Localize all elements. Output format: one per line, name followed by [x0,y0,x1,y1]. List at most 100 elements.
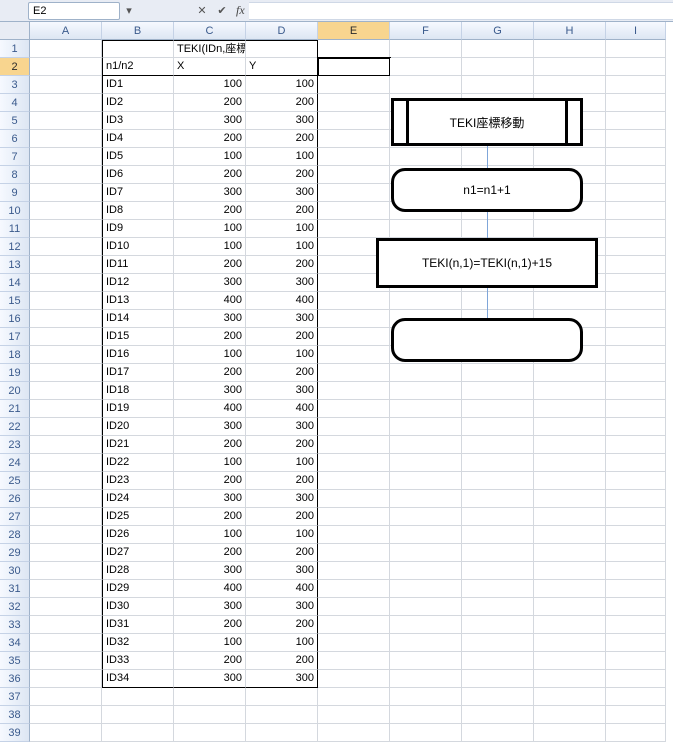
cell[interactable] [30,130,102,148]
cell[interactable]: ID20 [102,418,174,436]
cell[interactable] [606,454,666,472]
cell[interactable]: 100 [246,220,318,238]
cell[interactable]: ID17 [102,364,174,382]
cell[interactable] [102,40,174,58]
cell[interactable] [318,472,390,490]
cell[interactable] [30,346,102,364]
cell[interactable]: 300 [246,112,318,130]
cell[interactable]: ID21 [102,436,174,454]
cell[interactable]: ID31 [102,616,174,634]
cell[interactable] [318,562,390,580]
cell[interactable] [318,202,390,220]
cell[interactable] [534,634,606,652]
cell[interactable] [30,220,102,238]
cell[interactable] [606,166,666,184]
cell[interactable] [30,256,102,274]
cell[interactable] [606,526,666,544]
row-header[interactable]: 28 [0,526,30,544]
cell[interactable] [534,472,606,490]
cell[interactable]: ID24 [102,490,174,508]
cell[interactable]: 300 [246,598,318,616]
cell[interactable]: 300 [174,418,246,436]
cell[interactable] [390,634,462,652]
cell[interactable] [606,544,666,562]
cell[interactable]: ID32 [102,634,174,652]
cell[interactable] [318,328,390,346]
cell[interactable] [30,526,102,544]
cell[interactable] [534,76,606,94]
cell[interactable] [318,490,390,508]
row-header[interactable]: 16 [0,310,30,328]
row-header[interactable]: 11 [0,220,30,238]
cell[interactable]: ID23 [102,472,174,490]
cell[interactable] [534,652,606,670]
cell[interactable]: ID10 [102,238,174,256]
cell[interactable] [390,652,462,670]
cell[interactable] [318,544,390,562]
cell[interactable]: 300 [246,670,318,688]
cell[interactable] [318,634,390,652]
cell[interactable]: ID9 [102,220,174,238]
cell[interactable] [390,220,462,238]
row-header[interactable]: 31 [0,580,30,598]
cell[interactable] [534,544,606,562]
cell[interactable]: ID6 [102,166,174,184]
cell[interactable]: ID11 [102,256,174,274]
cell[interactable] [390,418,462,436]
cell[interactable] [462,580,534,598]
row-header[interactable]: 1 [0,40,30,58]
row-header[interactable]: 37 [0,688,30,706]
row-header[interactable]: 26 [0,490,30,508]
cell[interactable]: 100 [246,454,318,472]
cell[interactable] [534,436,606,454]
row-header[interactable]: 7 [0,148,30,166]
cell[interactable] [390,706,462,724]
cell[interactable] [606,688,666,706]
cell[interactable]: 200 [246,328,318,346]
cell[interactable] [30,40,102,58]
row-header[interactable]: 6 [0,130,30,148]
cell[interactable] [390,472,462,490]
row-header[interactable]: 32 [0,598,30,616]
cell[interactable] [30,94,102,112]
cell[interactable] [462,220,534,238]
cell[interactable] [318,40,390,58]
cell[interactable] [534,616,606,634]
row-header[interactable]: 8 [0,166,30,184]
cell[interactable]: 200 [246,508,318,526]
column-header[interactable]: C [174,22,246,40]
cell[interactable] [318,724,390,742]
cell[interactable] [534,706,606,724]
cell[interactable]: ID34 [102,670,174,688]
cell[interactable] [606,112,666,130]
cell[interactable]: ID22 [102,454,174,472]
cell[interactable]: 400 [246,580,318,598]
cell[interactable] [30,670,102,688]
cell[interactable]: 200 [174,94,246,112]
cell[interactable] [30,418,102,436]
cell[interactable] [30,238,102,256]
cell[interactable] [30,544,102,562]
cell[interactable] [606,148,666,166]
cell[interactable] [318,526,390,544]
cell[interactable] [606,562,666,580]
cell[interactable] [30,184,102,202]
cell[interactable] [318,598,390,616]
cell[interactable] [534,148,606,166]
cell[interactable] [30,616,102,634]
cell[interactable]: ID8 [102,202,174,220]
formula-input[interactable] [249,2,673,20]
cell[interactable] [102,706,174,724]
cell[interactable]: ID19 [102,400,174,418]
column-header[interactable]: E [318,22,390,40]
cell[interactable]: 300 [174,310,246,328]
cell[interactable] [30,562,102,580]
cell[interactable]: ID25 [102,508,174,526]
cell[interactable] [606,634,666,652]
cell[interactable]: 300 [174,184,246,202]
cell[interactable] [390,58,462,76]
cell[interactable] [606,274,666,292]
cell[interactable] [390,580,462,598]
cell[interactable]: 200 [174,130,246,148]
column-header[interactable]: D [246,22,318,40]
